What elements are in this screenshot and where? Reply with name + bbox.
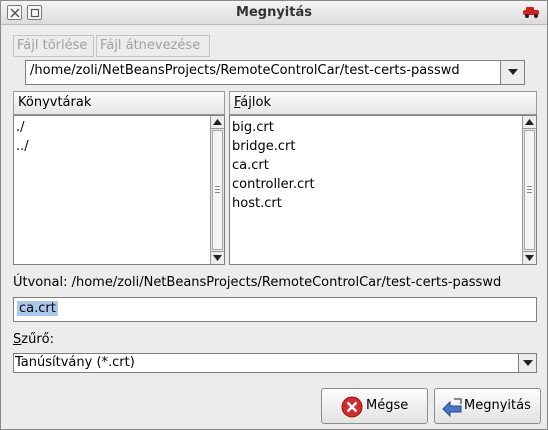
folders-list[interactable]: ./../	[13, 115, 225, 265]
cancel-button[interactable]: Mégse	[321, 388, 428, 424]
grip-icon	[527, 186, 532, 194]
filter-combo-value: Tanúsítvány (*.crt)	[15, 355, 135, 370]
folders-scrollbar[interactable]	[210, 116, 224, 264]
scroll-up-button[interactable]	[211, 116, 224, 129]
filename-input[interactable]: ca.crt	[13, 297, 537, 322]
files-list-item[interactable]: controller.crt	[232, 175, 315, 194]
scroll-thumb[interactable]	[524, 130, 535, 250]
chevron-down-icon	[523, 360, 533, 366]
path-combo-dropdown[interactable]	[500, 61, 524, 84]
files-list-item[interactable]: host.crt	[232, 194, 315, 213]
open-arrow-icon	[442, 398, 462, 418]
open-button[interactable]: Megnyitás	[434, 388, 541, 424]
folders-header[interactable]: Könyvtárak	[13, 91, 225, 115]
folders-list-item[interactable]: ./	[16, 118, 29, 137]
files-list[interactable]: big.crt bridge.crt ca.crt controller.crt hos…	[229, 115, 537, 265]
scroll-up-button[interactable]	[523, 116, 536, 129]
red-car-icon	[523, 7, 539, 18]
arrow-down-icon	[525, 255, 534, 261]
filter-combo[interactable]: Tanúsítvány (*.crt)	[13, 353, 537, 373]
location-row: Útvonal: /home/zoli/NetBeansProjects/Rem…	[13, 275, 501, 290]
cancel-icon	[341, 396, 363, 418]
open-file-dialog: Megnyitás Fájl törlése Fájl átnevezése /…	[0, 0, 548, 430]
filter-label: Szűrő:	[13, 332, 54, 347]
folders-header-label: Könyvtárak	[18, 95, 92, 110]
window-title: Megnyitás	[236, 5, 312, 20]
files-header-label: ájlok	[240, 95, 271, 110]
files-list-item[interactable]: big.crt	[232, 118, 315, 137]
scroll-down-button[interactable]	[211, 251, 224, 264]
files-scrollbar[interactable]	[522, 116, 536, 264]
path-combo[interactable]: /home/zoli/NetBeansProjects/RemoteContro…	[25, 60, 525, 85]
location-value: /home/zoli/NetBeansProjects/RemoteContro…	[71, 275, 502, 290]
filter-combo-dropdown[interactable]	[518, 354, 536, 372]
filename-value: ca.crt	[17, 301, 58, 316]
cancel-button-label: Mégse	[366, 398, 409, 413]
delete-file-label-a: Fá	[17, 38, 32, 53]
open-button-label: Megnyitás	[464, 398, 531, 413]
rename-file-button[interactable]: Fájl átnevezése	[96, 35, 210, 57]
folders-items: ./../	[16, 118, 29, 156]
scroll-thumb[interactable]	[212, 130, 223, 250]
folders-list-item[interactable]: ../	[16, 137, 29, 156]
arrow-down-icon	[213, 255, 222, 261]
chevron-down-icon	[508, 69, 518, 75]
filter-label-text: zűrő:	[21, 332, 55, 347]
title-bar[interactable]: Megnyitás	[1, 1, 547, 25]
files-header[interactable]: Fájlok	[229, 91, 537, 115]
files-list-item[interactable]: bridge.crt	[232, 137, 315, 156]
location-label: Útvonal:	[13, 275, 72, 290]
files-items: big.crt bridge.crt ca.crt controller.crt hos…	[232, 118, 315, 213]
path-combo-value: /home/zoli/NetBeansProjects/RemoteContro…	[30, 63, 460, 78]
arrow-up-icon	[525, 119, 534, 125]
arrow-up-icon	[213, 119, 222, 125]
delete-file-button[interactable]: Fájl törlése	[13, 35, 94, 57]
grip-icon	[215, 186, 220, 194]
delete-file-label-b: l törlése	[34, 38, 88, 53]
files-list-item[interactable]: ca.crt	[232, 156, 315, 175]
rename-file-label: Fájl átnevezése	[100, 38, 201, 53]
scroll-down-button[interactable]	[523, 251, 536, 264]
